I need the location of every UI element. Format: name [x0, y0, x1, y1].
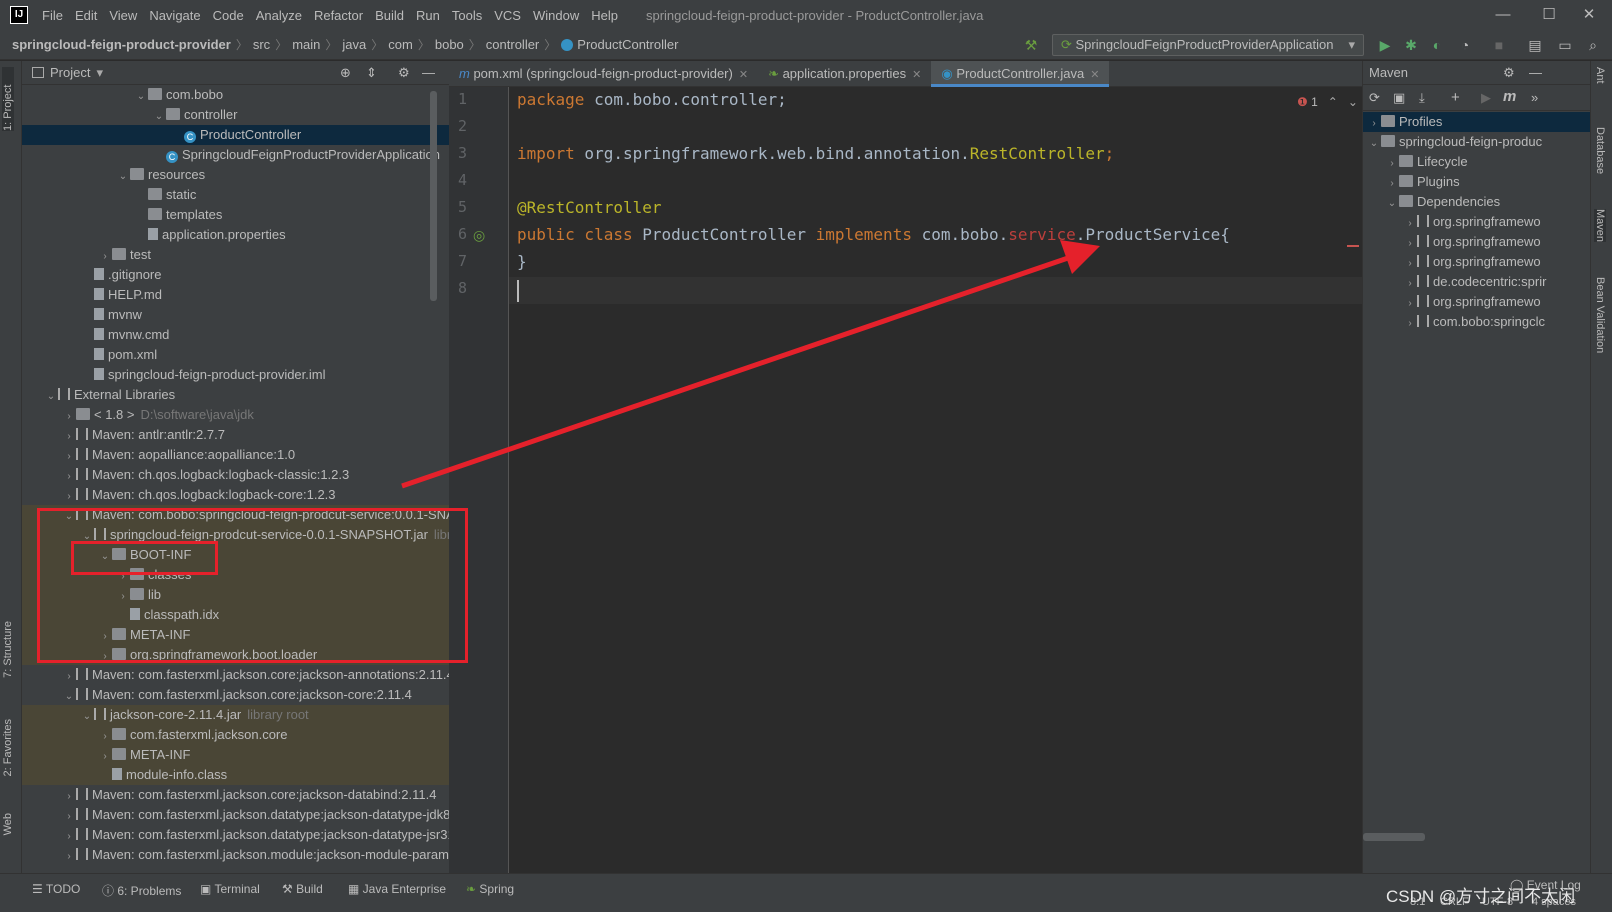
annotation-arrow-head — [1060, 240, 1100, 274]
annotation-arrow — [401, 240, 1100, 489]
annotation-arrow-line — [401, 255, 1069, 489]
